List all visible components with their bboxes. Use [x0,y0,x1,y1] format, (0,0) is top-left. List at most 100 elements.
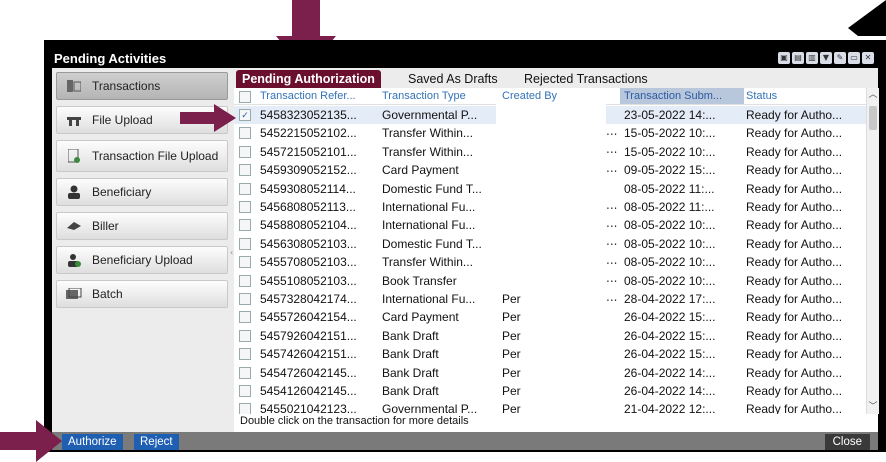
cell-status: Ready for Autho... [746,273,843,288]
reject-button[interactable]: Reject [134,434,179,450]
cell-type: Transfer Within... [382,126,473,141]
row-checkbox[interactable] [239,274,251,287]
splitter-handle[interactable]: ‹ [230,248,233,262]
scroll-thumb[interactable] [869,106,877,130]
row-checkbox[interactable] [239,385,251,397]
cell-submitted: 08-05-2022 10:... [624,236,716,251]
transactions-icon [66,78,82,94]
cell-created-by: Per [502,347,521,362]
cell-status: Ready for Autho... [746,218,843,233]
cell-type: Domestic Fund T... [382,236,482,251]
cell-submitted: 09-05-2022 15:... [624,163,716,178]
cell-reference: 5455108052103... [260,273,357,288]
cell-status: Ready for Autho... [746,347,843,362]
filter-icon[interactable]: ▼ [820,52,832,64]
sidebar-item-label: Transaction File Upload [92,149,219,163]
select-all-checkbox[interactable] [239,91,251,103]
window-toolbar: ▣ ▤ ▥ ▼ ✎ ▭ ✕ [778,52,874,64]
tab-rejected-transactions[interactable]: Rejected Transactions [524,70,648,88]
row-checkbox[interactable] [239,293,251,305]
row-checkbox[interactable] [239,256,251,269]
column-header-reference[interactable]: Transaction Refer... [260,88,378,104]
edit-icon[interactable]: ✎ [834,52,846,64]
close-icon[interactable]: ✕ [862,52,874,64]
sidebar-item-beneficiary[interactable]: Beneficiary [56,178,228,206]
tab-pending-authorization[interactable]: Pending Authorization [236,70,381,88]
row-checkbox[interactable] [239,219,251,232]
cell-reference: 5455726042154... [260,310,357,325]
column-header-type[interactable]: Transaction Type [382,88,500,104]
row-checkbox[interactable] [239,182,251,195]
row-checkbox[interactable] [239,348,251,361]
export-icon[interactable]: ▥ [806,52,818,64]
cell-type: International Fu... [382,200,476,214]
truncated-marker: ... [606,289,618,304]
refresh-icon[interactable]: ▣ [778,52,790,64]
cell-status: Ready for Autho... [746,144,843,159]
cell-reference: 5457215052101... [260,144,357,159]
tab-bar: Pending Authorization Saved As Drafts Re… [234,68,878,88]
vertical-scrollbar[interactable]: ︿ ﹀ [866,88,879,414]
cell-status: Ready for Autho... [746,108,843,122]
row-checkbox[interactable]: ✓ [239,109,251,121]
row-checkbox[interactable] [239,201,251,213]
sidebar-item-transactions[interactable]: Transactions [56,72,228,100]
annotation-arrow-corner [848,0,886,36]
cell-status: Ready for Autho... [746,200,843,214]
cell-created-by: Per [502,365,521,380]
cell-submitted: 08-05-2022 11:... [624,181,715,196]
row-checkbox[interactable] [239,237,251,250]
beneficiary-upload-icon [66,252,82,268]
cell-type: Bank Draft [382,347,439,362]
cell-status: Ready for Autho... [746,310,843,325]
cell-type: Transfer Within... [382,144,473,159]
table-row[interactable]: 5455726042154... Card Payment Per 26-04-202… [234,308,866,326]
sidebar-item-batch[interactable]: Batch [56,280,228,308]
cell-reference: 5455708052103... [260,255,357,270]
window-icon[interactable]: ▭ [848,52,860,64]
scroll-down-icon[interactable]: ﹀ [868,402,878,412]
cell-reference: 5455021042123... [260,402,357,414]
table-row[interactable]: 5457328042174... International Fu... Per 28… [234,290,866,308]
details-hint: Double click on the transaction for more… [240,415,469,427]
row-checkbox[interactable] [239,329,251,342]
table-row[interactable]: 5454726042145... Bank Draft Per 26-04-2022 … [234,364,866,382]
cell-status: Ready for Autho... [746,365,843,380]
row-checkbox[interactable] [239,145,251,158]
cell-status: Ready for Autho... [746,328,843,343]
pending-activities-window: Pending Activities ▣ ▤ ▥ ▼ ✎ ▭ ✕ Transac… [44,40,886,452]
truncated-marker: ... [606,124,618,138]
column-header-submitted[interactable]: Transaction Subm... [620,88,744,104]
table-row[interactable]: 5455021042123... Governmental P... Per 21-0… [234,400,866,414]
redacted-area [496,104,606,289]
sidebar-item-transaction-file-upload[interactable]: Transaction File Upload [56,140,228,172]
scroll-up-icon[interactable]: ︿ [868,90,878,100]
table-header: Transaction Refer... Transaction Type Cr… [234,88,866,105]
sidebar-item-label: Batch [92,287,123,301]
authorize-button[interactable]: Authorize [62,434,123,450]
row-checkbox[interactable] [239,311,251,324]
table-row[interactable]: 5457426042151... Bank Draft Per 26-04-2022 … [234,345,866,363]
table-row[interactable]: 5454126042145... Bank Draft Per 26-04-2022 … [234,382,866,400]
row-checkbox[interactable] [239,164,251,177]
cell-status: Ready for Autho... [746,163,843,178]
window-body: Transactions File Upload Transaction Fil… [52,68,879,432]
tab-saved-as-drafts[interactable]: Saved As Drafts [408,70,498,88]
truncated-marker: ... [606,234,618,249]
row-checkbox[interactable] [239,366,251,379]
transactions-table: Transaction Refer... Transaction Type Cr… [234,88,866,414]
sidebar-item-label: File Upload [92,113,153,127]
print-icon[interactable]: ▤ [792,52,804,64]
row-checkbox[interactable] [239,403,251,414]
cell-reference: 5457426042151... [260,347,357,362]
sidebar-item-beneficiary-upload[interactable]: Beneficiary Upload [56,246,228,274]
table-row[interactable]: 5457926042151... Bank Draft Per 26-04-2022 … [234,327,866,345]
sidebar-item-biller[interactable]: Biller [56,212,228,240]
cell-submitted: 26-04-2022 15:... [624,347,716,362]
column-header-created-by[interactable]: Created By [502,88,618,104]
sidebar-item-label: Beneficiary [92,185,152,199]
row-checkbox[interactable] [239,127,251,140]
truncated-marker: ... [606,252,618,267]
column-header-status[interactable]: Status [746,88,864,104]
close-button[interactable]: Close [824,434,870,450]
